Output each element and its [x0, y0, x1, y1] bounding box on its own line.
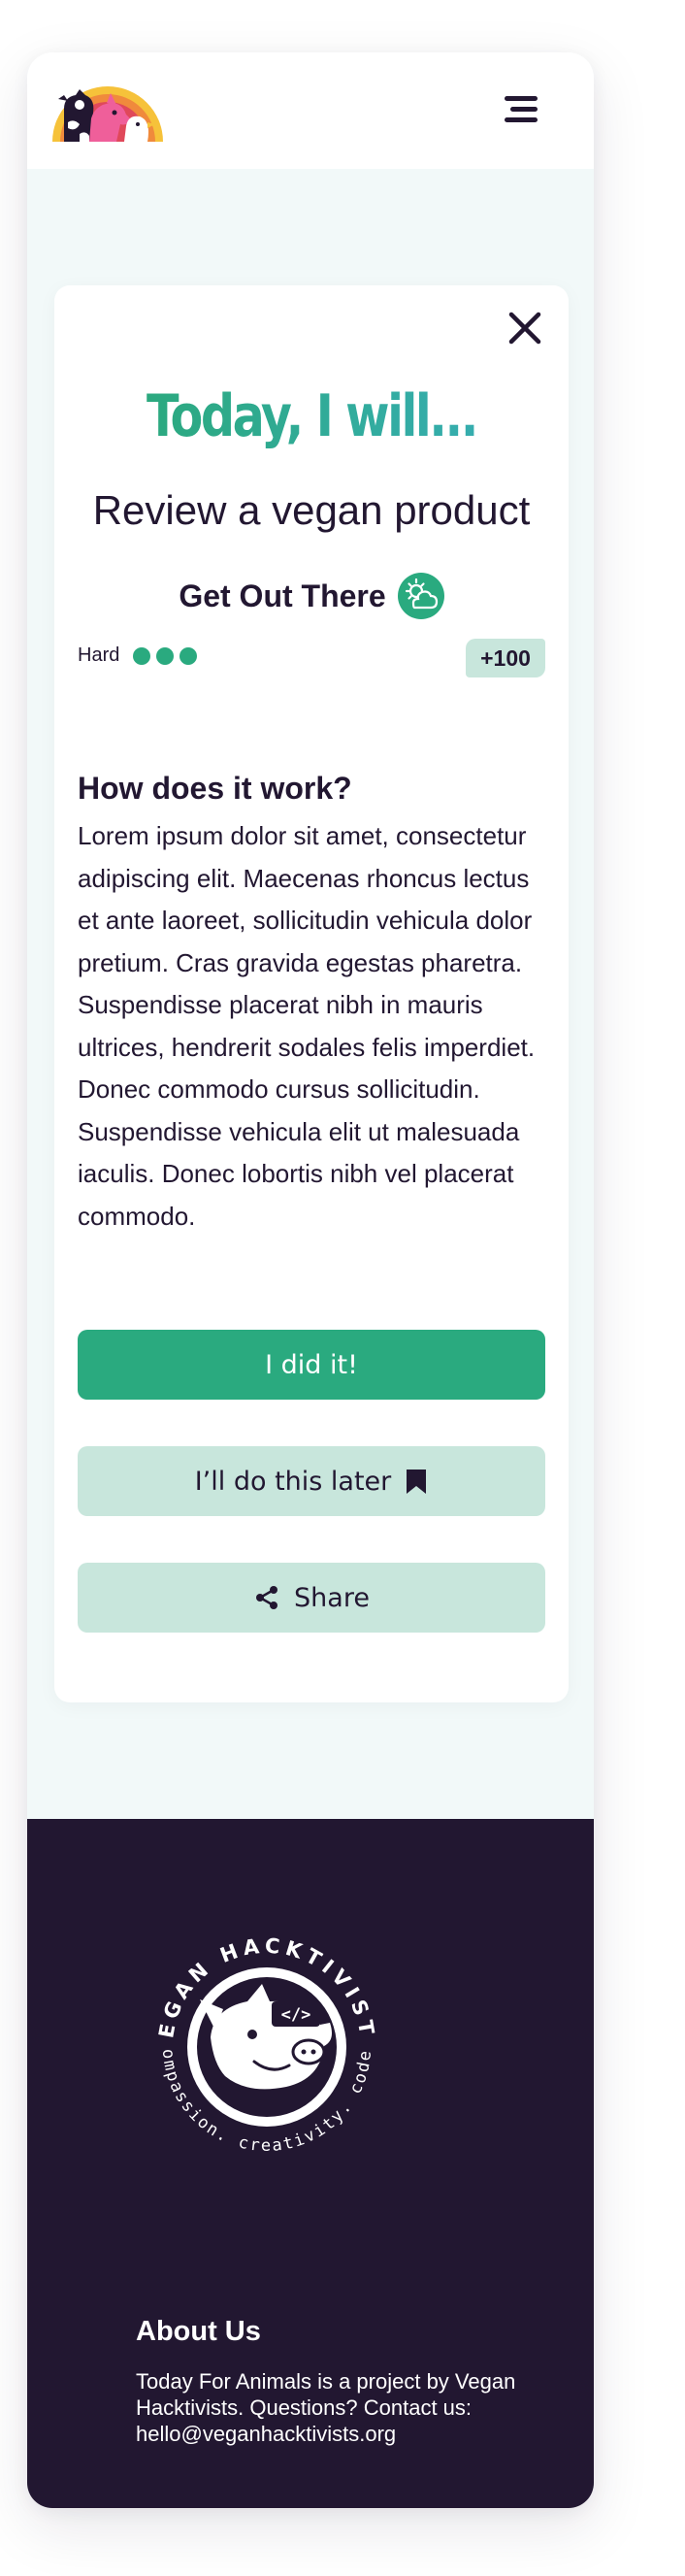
vegan-hacktivists-logo[interactable]: VEGAN HACKTIVISTS compassion. creativity…	[136, 1916, 398, 2178]
category-label: Get Out There	[179, 578, 386, 613]
header	[27, 52, 594, 169]
category: Get Out There	[54, 573, 569, 619]
close-icon	[508, 312, 541, 345]
bookmark-icon	[407, 1470, 427, 1494]
i-did-it-label: I did it!	[265, 1349, 358, 1380]
menu-icon-bar	[505, 96, 538, 101]
difficulty-dot	[133, 646, 151, 665]
task-title: Review a vegan product	[92, 487, 531, 533]
how-it-works-text: Lorem ipsum dolor sit amet, consectetur …	[78, 821, 536, 1231]
do-later-button[interactable]: I’ll do this later	[78, 1446, 545, 1516]
how-it-works-heading: How does it work?	[78, 771, 352, 806]
points-badge: +100	[466, 639, 545, 677]
difficulty-dot	[156, 646, 175, 665]
difficulty-dot	[179, 646, 198, 665]
app-screen: Today, I will... Review a vegan product …	[27, 52, 594, 2508]
footer: VEGAN HACKTIVISTS compassion. creativity…	[27, 1819, 594, 2508]
challenge-card: Today, I will... Review a vegan product …	[54, 285, 569, 1702]
app-logo[interactable]	[50, 80, 165, 142]
share-button[interactable]: Share	[78, 1563, 545, 1633]
logo-code-text: </>	[281, 2005, 311, 2025]
share-icon	[256, 1586, 278, 1609]
do-later-label: I’ll do this later	[194, 1466, 392, 1497]
difficulty-rating: Hard	[78, 644, 203, 667]
headline: Today, I will...	[101, 382, 523, 450]
i-did-it-button[interactable]: I did it!	[78, 1330, 545, 1400]
menu-icon-bar	[510, 107, 538, 112]
about-us-text: Today For Animals is a project by Vegan …	[136, 2369, 516, 2446]
difficulty-label: Hard	[78, 644, 120, 666]
share-label: Share	[294, 1582, 370, 1613]
menu-button[interactable]	[501, 89, 541, 130]
close-button[interactable]	[504, 307, 546, 349]
menu-icon-bar	[505, 117, 538, 122]
about-us-heading: About Us	[136, 2316, 261, 2347]
sun-behind-cloud-icon	[397, 573, 444, 619]
